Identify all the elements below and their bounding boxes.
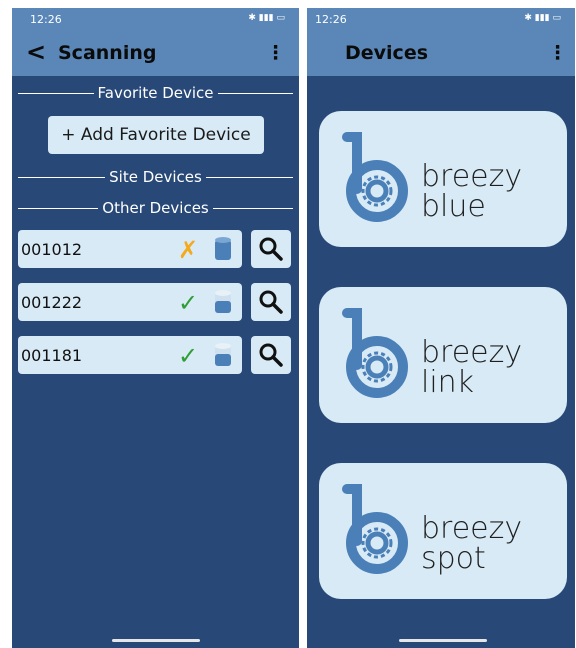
status-bar: 12:26 ✱ ▮▮▮ ▭ (307, 8, 575, 32)
database-empty-icon (215, 237, 231, 260)
page-title: Devices (345, 42, 429, 64)
other-devices-header: Other Devices (18, 198, 294, 218)
status-bar: 12:26 ✱ ▮▮▮ ▭ (12, 8, 299, 32)
more-menu-icon[interactable]: ⋮ (266, 42, 285, 64)
home-indicator[interactable] (399, 639, 487, 642)
search-device-button[interactable] (251, 336, 291, 374)
breezy-logo-icon (342, 308, 408, 398)
status-time: 12:26 (315, 13, 347, 26)
device-id: 001181 (21, 346, 83, 365)
database-half-icon (215, 343, 231, 366)
status-error-icon: ✗ (178, 236, 199, 264)
device-row[interactable]: 001012 ✗ (18, 230, 242, 268)
more-menu-icon[interactable]: ⋮ (548, 42, 567, 64)
search-icon (259, 343, 283, 367)
app-bar: Devices ⋮ (307, 32, 575, 76)
device-row[interactable]: 001181 ✓ (18, 336, 242, 374)
status-icons: ✱ ▮▮▮ ▭ (248, 13, 285, 23)
product-word-2: link (421, 365, 475, 400)
product-card-breezy-link[interactable]: breezy link (319, 287, 567, 423)
product-word-2: blue (421, 189, 486, 224)
database-half-icon (215, 290, 231, 313)
search-device-button[interactable] (251, 283, 291, 321)
status-ok-icon: ✓ (178, 342, 199, 370)
product-word-2: spot (421, 541, 486, 576)
status-icons: ✱ ▮▮▮ ▭ (524, 13, 561, 23)
search-icon (259, 290, 283, 314)
status-time: 12:26 (30, 13, 62, 26)
breezy-logo-icon (342, 484, 408, 574)
device-id: 001222 (21, 293, 83, 312)
favorite-device-header: Favorite Device (18, 83, 294, 103)
search-device-button[interactable] (251, 230, 291, 268)
back-arrow-icon[interactable]: < (26, 38, 46, 66)
scanning-screen: 12:26 ✱ ▮▮▮ ▭ < Scanning ⋮ Favorite Devi… (12, 8, 299, 648)
add-favorite-device-button[interactable]: + Add Favorite Device (48, 116, 264, 154)
device-row[interactable]: 001222 ✓ (18, 283, 242, 321)
product-card-breezy-blue[interactable]: breezy blue (319, 111, 567, 247)
site-devices-header: Site Devices (18, 167, 293, 187)
app-bar: < Scanning ⋮ (12, 32, 299, 76)
devices-screen: 12:26 ✱ ▮▮▮ ▭ Devices ⋮ breezy blue bree… (307, 8, 575, 648)
product-card-breezy-spot[interactable]: breezy spot (319, 463, 567, 599)
status-ok-icon: ✓ (178, 289, 199, 317)
page-title: Scanning (58, 42, 157, 64)
breezy-logo-icon (342, 132, 408, 222)
device-id: 001012 (21, 240, 83, 259)
home-indicator[interactable] (112, 639, 200, 642)
search-icon (259, 237, 283, 261)
